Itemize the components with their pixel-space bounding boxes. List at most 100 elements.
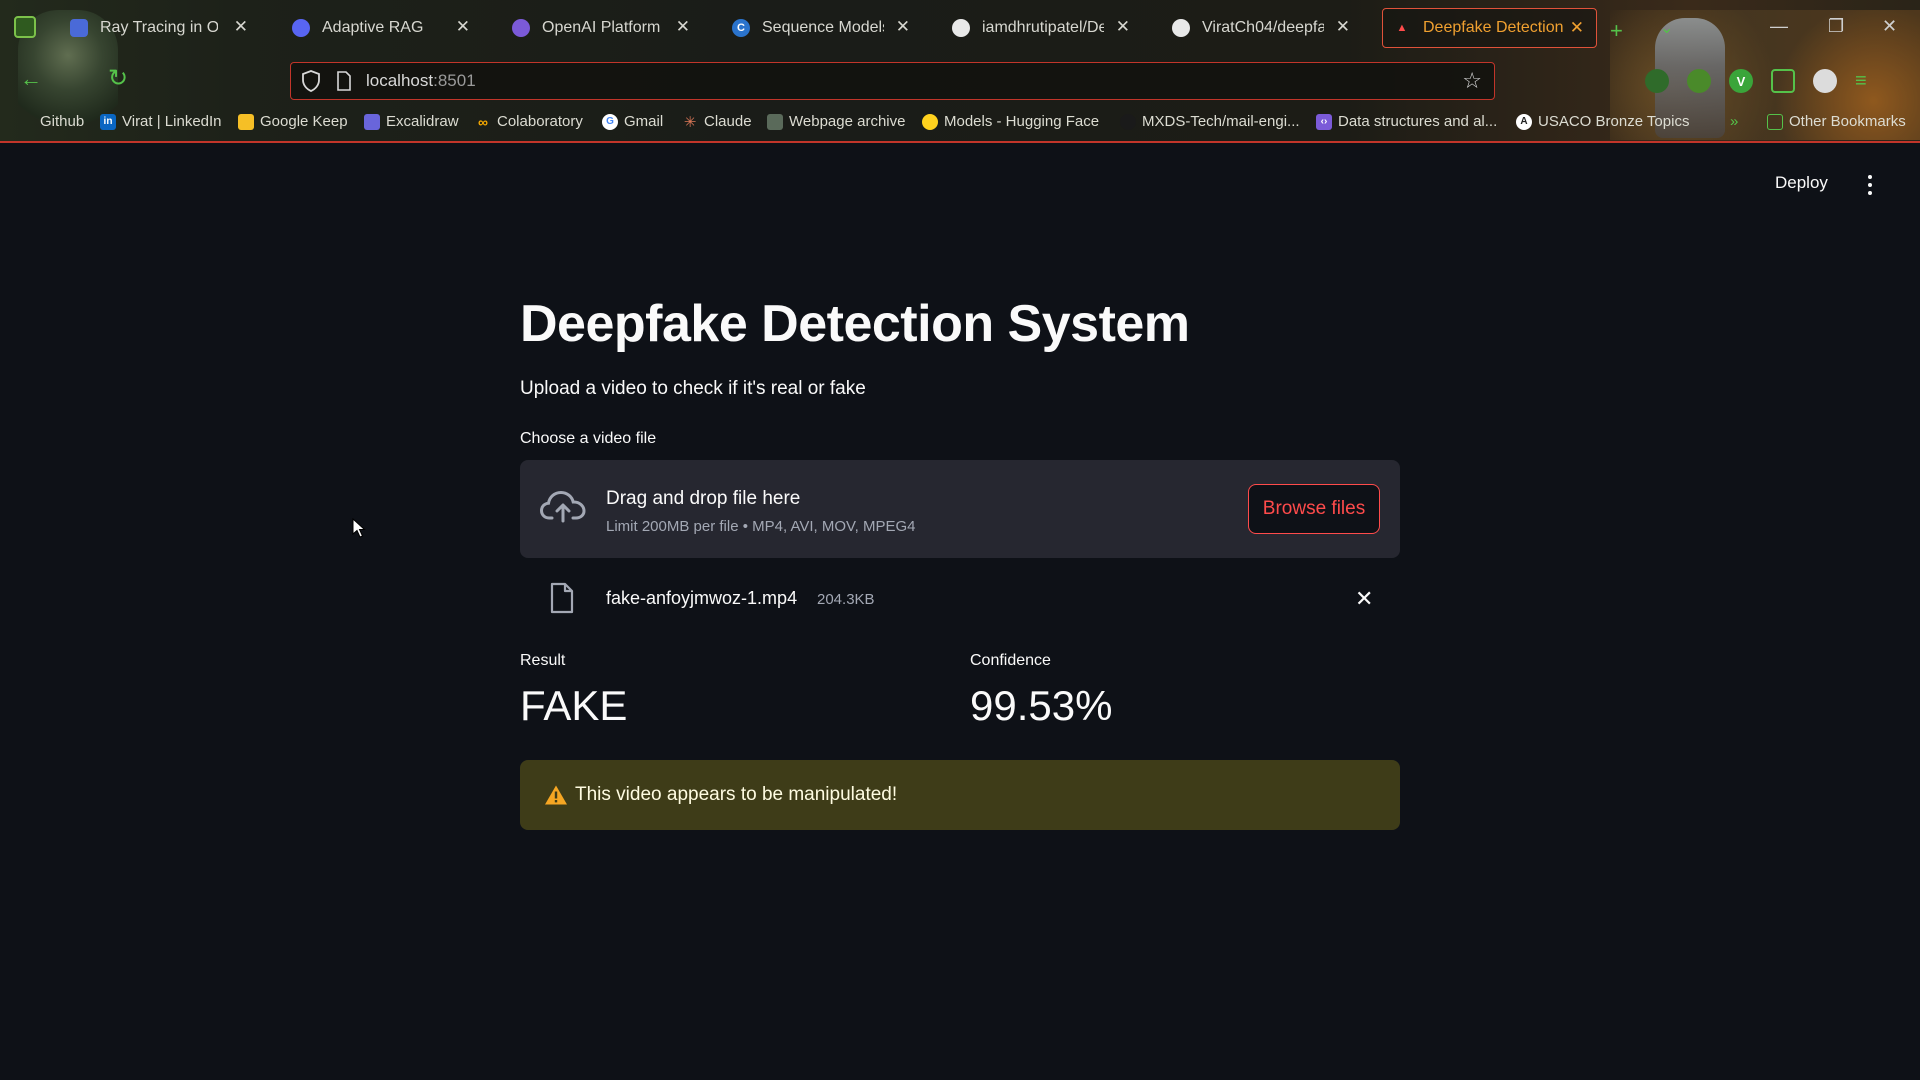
account-icon[interactable] (1813, 69, 1837, 93)
bookmark-linkedin[interactable]: in Virat | LinkedIn (100, 113, 222, 130)
bookmark-label: Gmail (624, 113, 664, 130)
bookmark-gmail[interactable]: G Gmail (602, 113, 663, 130)
minimize-icon[interactable]: — (1770, 16, 1788, 37)
list-all-tabs-icon[interactable]: ⌄ (1660, 18, 1673, 38)
uploaded-file-row: fake-anfoyjmwoz-1.mp4 204.3KB ✕ (520, 578, 1400, 620)
tab-deepfake-detection[interactable]: ▲ Deepfake Detection ✕ (1382, 8, 1597, 48)
browse-files-button[interactable]: Browse files (1248, 484, 1380, 534)
bookmark-claude[interactable]: ✳ Claude (682, 113, 752, 131)
close-tab-icon[interactable]: ✕ (1570, 18, 1584, 38)
github-icon (1172, 19, 1190, 37)
pocket-icon[interactable] (1645, 69, 1669, 93)
browser-chrome: Ray Tracing in One We ✕ Adaptive RAG ✕ O… (0, 0, 1920, 143)
remove-file-icon[interactable]: ✕ (1355, 586, 1373, 612)
folder-icon (1767, 113, 1783, 130)
google-icon: G (602, 113, 618, 130)
bookmark-label: Other Bookmarks (1789, 113, 1906, 130)
bookmark-hugging-face[interactable]: Models - Hugging Face (922, 113, 1099, 130)
page-subtitle: Upload a video to check if it's real or … (520, 378, 866, 399)
deploy-button[interactable]: Deploy (1775, 173, 1828, 193)
bookmark-data-structures[interactable]: ‹› Data structures and al... (1316, 113, 1497, 130)
bookmark-label: Claude (704, 113, 752, 130)
bookmark-label: Colaboratory (497, 113, 583, 130)
tab-title: iamdhrutipatel/Deep (982, 19, 1104, 36)
bookmark-colaboratory[interactable]: ∞ Colaboratory (475, 113, 583, 130)
raytracing-icon (70, 19, 88, 37)
streamlit-icon: ▲ (1396, 22, 1408, 34)
navigation-bar: ← ↻ localhost:8501 ☆ V ≡ (0, 58, 1920, 104)
tab-title: Ray Tracing in One We (100, 19, 218, 36)
shield-icon[interactable] (301, 70, 321, 92)
bookmark-label: Excalidraw (386, 113, 459, 130)
url-text[interactable]: localhost:8501 (366, 71, 476, 91)
tab-adaptive-rag[interactable]: Adaptive RAG ✕ (282, 8, 482, 48)
hamburger-menu-icon[interactable]: ≡ (1855, 70, 1867, 93)
extension-icon[interactable] (1687, 69, 1711, 93)
bookmark-webpage-archive[interactable]: Webpage archive (767, 113, 905, 130)
confidence-value: 99.53% (970, 682, 1113, 729)
tab-github-viratch04[interactable]: ViratCh04/deepfake-d ✕ (1162, 8, 1362, 48)
tab-title: Sequence Models - N (762, 19, 884, 36)
bookmark-github[interactable]: Github (40, 113, 84, 130)
bookmark-label: Webpage archive (789, 113, 906, 130)
tab-openai-platform[interactable]: OpenAI Platform ✕ (502, 8, 702, 48)
colab-icon: ∞ (478, 113, 488, 130)
github-icon (952, 19, 970, 37)
bookmark-usaco[interactable]: A USACO Bronze Topics (1516, 113, 1689, 130)
tab-ray-tracing[interactable]: Ray Tracing in One We ✕ (60, 8, 260, 48)
page-title: Deepfake Detection System (520, 295, 1190, 353)
url-port: :8501 (433, 71, 476, 90)
bookmarks-bar: Github in Virat | LinkedIn Google Keep Ex… (0, 110, 1920, 138)
dropzone-limit-text: Limit 200MB per file • MP4, AVI, MOV, MP… (606, 518, 916, 535)
extension-toolbar: V ≡ (1645, 68, 1867, 94)
tab-sequence-models[interactable]: C Sequence Models - N ✕ (722, 8, 922, 48)
tab-github-iamdhrutipatel[interactable]: iamdhrutipatel/Deep ✕ (942, 8, 1142, 48)
close-tab-icon[interactable]: ✕ (1116, 17, 1130, 37)
close-tab-icon[interactable]: ✕ (896, 17, 910, 37)
close-window-icon[interactable]: ✕ (1882, 16, 1897, 37)
keep-icon (238, 113, 254, 130)
bookmark-label: Github (40, 113, 85, 130)
url-host: localhost (366, 71, 434, 90)
main-menu-icon[interactable] (1866, 175, 1874, 195)
warning-message: This video appears to be manipulated! (575, 784, 898, 805)
result-value: FAKE (520, 682, 628, 729)
close-tab-icon[interactable]: ✕ (676, 17, 690, 37)
new-tab-icon[interactable]: + (1610, 18, 1623, 44)
address-bar[interactable]: localhost:8501 ☆ (290, 62, 1495, 100)
bookmark-star-icon[interactable]: ☆ (1462, 68, 1482, 94)
bookmark-google-keep[interactable]: Google Keep (238, 113, 348, 130)
back-arrow-icon[interactable]: ← (20, 66, 42, 92)
warning-alert: This video appears to be manipulated! (520, 760, 1400, 830)
bookmark-excalidraw[interactable]: Excalidraw (364, 113, 459, 130)
firefox-view-icon[interactable] (14, 16, 36, 38)
archive-icon (767, 113, 783, 130)
huggingface-icon (922, 113, 938, 130)
cloud-upload-icon (540, 490, 586, 523)
file-uploader-label: Choose a video file (520, 430, 657, 447)
close-tab-icon[interactable]: ✕ (234, 17, 248, 37)
close-tab-icon[interactable]: ✕ (1336, 17, 1350, 37)
restore-icon[interactable]: ❐ (1828, 16, 1844, 37)
warning-icon (545, 785, 567, 805)
result-metric: Result FAKE (520, 652, 627, 730)
tab-title: ViratCh04/deepfake-d (1202, 19, 1324, 36)
file-icon (550, 582, 574, 614)
usaco-icon: A (1516, 113, 1532, 130)
file-dropzone[interactable]: Drag and drop file here Limit 200MB per … (520, 460, 1400, 558)
code-icon: ‹› (1316, 113, 1332, 130)
bookmark-other-bookmarks[interactable]: Other Bookmarks (1767, 113, 1906, 130)
page-info-icon[interactable] (336, 71, 352, 91)
tab-strip: Ray Tracing in One We ✕ Adaptive RAG ✕ O… (0, 6, 1920, 50)
close-tab-icon[interactable]: ✕ (456, 17, 470, 37)
coursera-icon: C (732, 19, 750, 37)
bookmark-mxds-tech[interactable]: MXDS-Tech/mail-engi... (1120, 113, 1300, 130)
bookmark-label: USACO Bronze Topics (1538, 113, 1690, 130)
vpn-extension-icon[interactable]: V (1729, 69, 1753, 93)
github-icon (1120, 113, 1136, 130)
app-header: Deploy (0, 143, 1920, 227)
tab-title: Deepfake Detection (1423, 19, 1563, 36)
puzzle-icon[interactable] (1771, 69, 1795, 93)
reload-icon[interactable]: ↻ (108, 64, 128, 93)
bookmarks-overflow-icon[interactable]: » (1730, 113, 1738, 130)
